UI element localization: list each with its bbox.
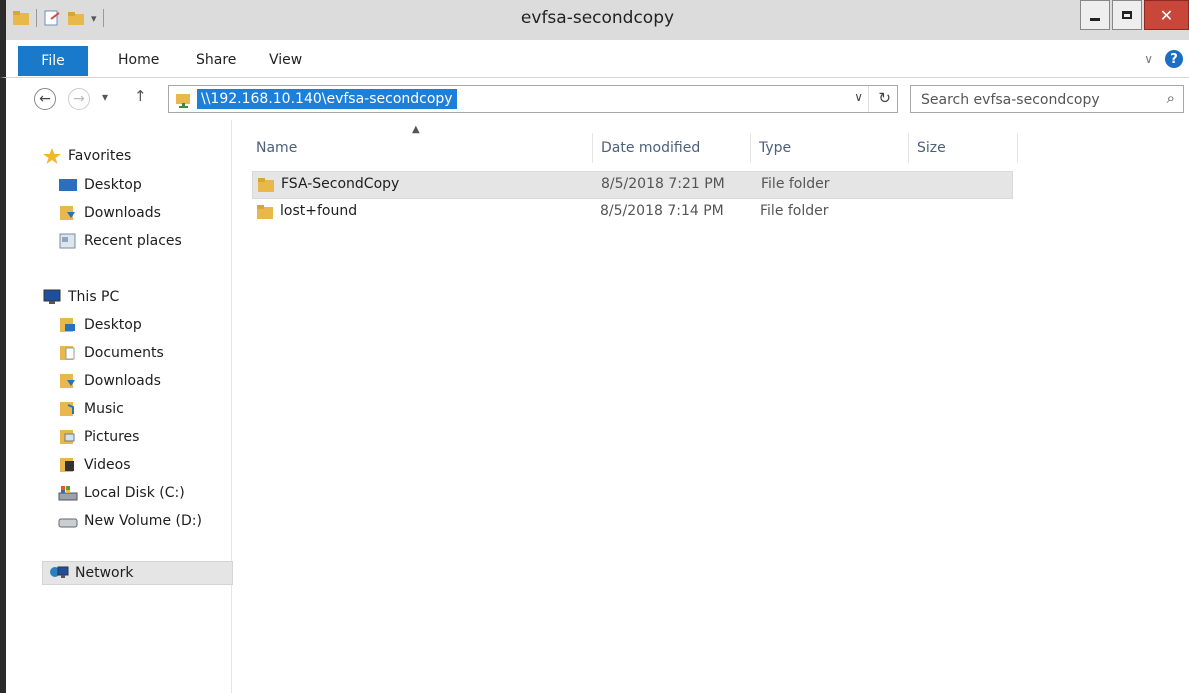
nav-label: Recent places bbox=[84, 233, 182, 249]
file-date: 8/5/2018 7:21 PM bbox=[601, 176, 725, 192]
file-name: FSA-SecondCopy bbox=[281, 176, 400, 192]
refresh-icon[interactable]: ↻ bbox=[878, 89, 891, 107]
nav-network[interactable]: Network bbox=[42, 561, 233, 585]
nav-pc-new-volume[interactable]: New Volume (D:) bbox=[58, 509, 202, 533]
star-icon bbox=[42, 147, 62, 165]
nav-label: Music bbox=[84, 401, 124, 417]
desktop-icon bbox=[58, 176, 78, 194]
tab-file[interactable]: File bbox=[18, 46, 88, 76]
nav-label: Downloads bbox=[84, 205, 161, 221]
table-row[interactable]: FSA-SecondCopy 8/5/2018 7:21 PM File fol… bbox=[252, 171, 1013, 199]
recent-places-icon bbox=[58, 232, 78, 250]
nav-pc-downloads[interactable]: Downloads bbox=[58, 369, 161, 393]
nav-pc-desktop[interactable]: Desktop bbox=[58, 313, 142, 337]
forward-arrow-icon: → bbox=[73, 91, 85, 107]
explorer-window: ▾ evfsa-secondcopy ✕ File Home Share Vie… bbox=[0, 0, 1189, 693]
nav-label: New Volume (D:) bbox=[84, 513, 202, 529]
close-button[interactable]: ✕ bbox=[1144, 0, 1189, 30]
column-type[interactable]: Type bbox=[751, 133, 909, 163]
address-dropdown-icon[interactable]: ∨ bbox=[854, 90, 863, 104]
address-path[interactable]: \\192.168.10.140\evfsa-secondcopy bbox=[197, 89, 457, 109]
nav-label: Favorites bbox=[68, 148, 132, 164]
documents-icon bbox=[58, 344, 78, 362]
search-input[interactable] bbox=[919, 87, 1143, 113]
folder-icon bbox=[256, 204, 274, 220]
navigation-pane: Favorites Desktop Downloads Recent place… bbox=[0, 120, 233, 693]
nav-label: Desktop bbox=[84, 317, 142, 333]
column-size[interactable]: Size bbox=[909, 133, 1018, 163]
nav-pc-music[interactable]: Music bbox=[58, 397, 124, 421]
nav-label: Local Disk (C:) bbox=[84, 485, 185, 501]
back-button[interactable]: ← bbox=[34, 88, 56, 110]
nav-pc-pictures[interactable]: Pictures bbox=[58, 425, 139, 449]
tab-home[interactable]: Home bbox=[118, 52, 159, 68]
address-row: ← → ▾ ↑ \\192.168.10.140\evfsa-secondcop… bbox=[0, 78, 1189, 120]
nav-label: Downloads bbox=[84, 373, 161, 389]
column-date-modified[interactable]: Date modified bbox=[593, 133, 751, 163]
ribbon-right: ∨ ? bbox=[1144, 50, 1183, 68]
expand-ribbon-icon[interactable]: ∨ bbox=[1144, 52, 1153, 66]
minimize-icon bbox=[1090, 17, 1100, 21]
ribbon-tabs: File Home Share View ∨ ? bbox=[0, 40, 1189, 78]
window-controls: ✕ bbox=[1080, 0, 1189, 40]
column-name[interactable]: Name bbox=[248, 133, 593, 163]
nav-fav-downloads[interactable]: Downloads bbox=[58, 201, 161, 225]
title-bar: ▾ evfsa-secondcopy ✕ bbox=[0, 0, 1189, 40]
videos-icon bbox=[58, 456, 78, 474]
nav-label: Pictures bbox=[84, 429, 140, 445]
desktop-folder-icon bbox=[58, 316, 78, 334]
close-icon: ✕ bbox=[1159, 5, 1174, 25]
downloads-icon bbox=[58, 204, 78, 222]
table-row[interactable]: lost+found 8/5/2018 7:14 PM File folder bbox=[252, 199, 1013, 227]
nav-label: Documents bbox=[84, 345, 164, 361]
system-drive-icon bbox=[58, 484, 78, 502]
up-arrow-icon[interactable]: ↑ bbox=[134, 87, 147, 105]
maximize-button[interactable] bbox=[1112, 0, 1142, 30]
downloads-icon bbox=[58, 372, 78, 390]
window-title: evfsa-secondcopy bbox=[520, 8, 675, 28]
minimize-button[interactable] bbox=[1080, 0, 1110, 30]
nav-fav-desktop[interactable]: Desktop bbox=[58, 173, 142, 197]
back-arrow-icon: ← bbox=[39, 91, 51, 107]
nav-pc-videos[interactable]: Videos bbox=[58, 453, 131, 477]
tab-share[interactable]: Share bbox=[196, 52, 236, 68]
forward-button[interactable]: → bbox=[68, 88, 90, 110]
music-icon bbox=[58, 400, 78, 418]
recent-locations-icon[interactable]: ▾ bbox=[102, 90, 108, 104]
maximize-icon bbox=[1122, 11, 1132, 19]
search-icon[interactable]: ⌕ bbox=[1167, 89, 1175, 107]
nav-label: Videos bbox=[84, 457, 131, 473]
network-folder-icon bbox=[175, 90, 193, 108]
nav-this-pc[interactable]: This PC bbox=[42, 285, 119, 309]
address-bar[interactable]: \\192.168.10.140\evfsa-secondcopy ∨ ↻ bbox=[168, 85, 898, 113]
network-icon bbox=[49, 564, 69, 582]
file-type: File folder bbox=[760, 203, 829, 219]
help-icon[interactable]: ? bbox=[1165, 50, 1183, 68]
nav-label: This PC bbox=[68, 289, 120, 305]
file-type: File folder bbox=[761, 176, 830, 192]
file-date: 8/5/2018 7:14 PM bbox=[600, 203, 724, 219]
nav-pc-documents[interactable]: Documents bbox=[58, 341, 164, 365]
file-name: lost+found bbox=[280, 203, 358, 219]
drive-icon bbox=[58, 512, 78, 530]
nav-label: Network bbox=[75, 565, 134, 581]
nav-fav-recent[interactable]: Recent places bbox=[58, 229, 182, 253]
computer-icon bbox=[42, 288, 62, 306]
nav-favorites[interactable]: Favorites bbox=[42, 144, 131, 168]
nav-label: Desktop bbox=[84, 177, 142, 193]
search-box[interactable]: ⌕ bbox=[910, 85, 1184, 113]
address-divider bbox=[868, 86, 869, 112]
tab-view[interactable]: View bbox=[269, 52, 302, 68]
folder-icon bbox=[257, 177, 275, 193]
pictures-icon bbox=[58, 428, 78, 446]
nav-pc-local-disk[interactable]: Local Disk (C:) bbox=[58, 481, 185, 505]
